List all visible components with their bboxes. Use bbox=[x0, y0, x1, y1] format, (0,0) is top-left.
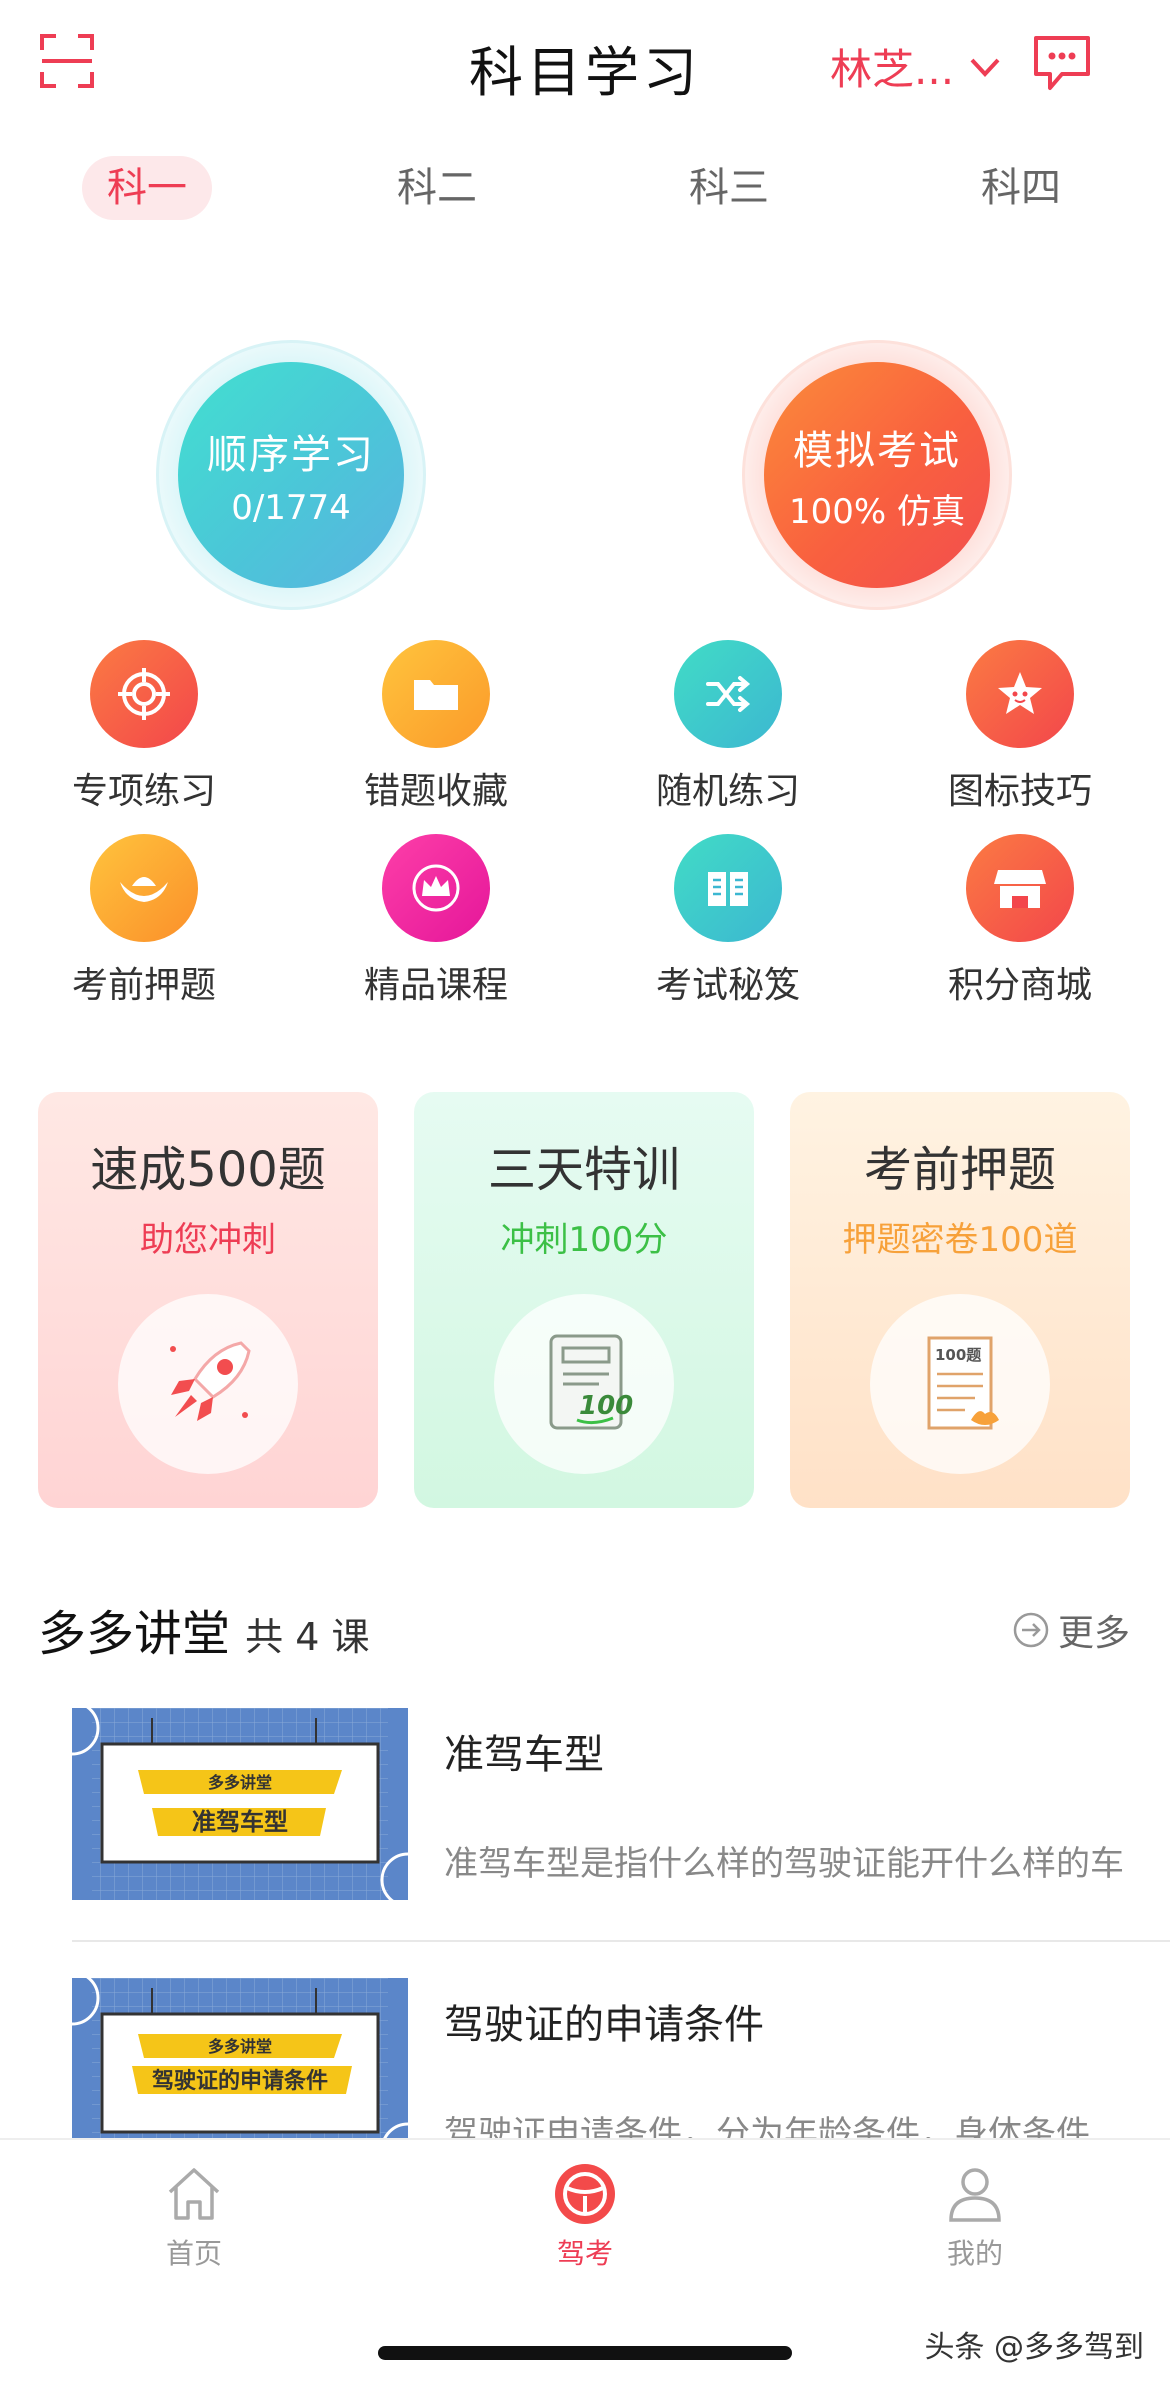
svg-text:100: 100 bbox=[579, 1391, 633, 1421]
divider bbox=[72, 1940, 1170, 1942]
lesson-item[interactable]: 多多讲堂 准驾车型 准驾车型 准驾车型是指什么样的驾驶证能开什么样的车 bbox=[72, 1708, 1170, 1904]
card-title: 考前押题 bbox=[863, 1142, 1056, 1198]
rocket-icon bbox=[170, 1341, 251, 1421]
lesson-description: 准驾车型是指什么样的驾驶证能开什么样的车 bbox=[444, 1844, 1124, 1884]
card-subtitle: 助您冲刺 bbox=[140, 1220, 276, 1260]
grid-label: 精品课程 bbox=[363, 965, 508, 1006]
arrow-right-circle-icon bbox=[1013, 1612, 1049, 1648]
lesson-description: 驾驶证申请条件，分为年龄条件，身体条件 bbox=[444, 2114, 1090, 2138]
sequential-study-progress: 0/1774 bbox=[231, 488, 351, 528]
grid-label: 图标技巧 bbox=[947, 771, 1092, 812]
grid-label: 考前押题 bbox=[71, 965, 216, 1006]
mock-exam-button[interactable]: 模拟考试 100% 仿真 bbox=[742, 340, 1012, 610]
grid-item-special-practice[interactable]: 专项练习 bbox=[44, 640, 244, 814]
tab-subject-4[interactable]: 科四 bbox=[956, 156, 1086, 220]
thumb-tag: 多多讲堂 bbox=[208, 2037, 272, 2056]
sequential-study-button[interactable]: 顺序学习 0/1774 bbox=[156, 340, 426, 610]
card-title: 速成500题 bbox=[90, 1142, 326, 1198]
crown-icon bbox=[412, 864, 460, 912]
user-name[interactable]: 林芝... bbox=[830, 36, 954, 97]
mock-exam-title: 模拟考试 bbox=[793, 427, 961, 474]
user-icon bbox=[949, 2168, 1001, 2222]
nav-driving-test[interactable]: 驾考 bbox=[505, 2162, 665, 2272]
mock-exam-subtitle: 100% 仿真 bbox=[788, 491, 965, 532]
watermark: 头条 @多多驾到 bbox=[924, 2330, 1144, 2365]
card-subtitle: 押题密卷100道 bbox=[842, 1220, 1078, 1260]
message-icon[interactable] bbox=[1032, 34, 1092, 92]
book-icon bbox=[708, 872, 748, 906]
grid-label: 专项练习 bbox=[71, 771, 216, 812]
grid-item-sign-tips[interactable]: 图标技巧 bbox=[920, 640, 1120, 814]
shuffle-icon bbox=[706, 676, 751, 712]
lesson-title: 驾驶证的申请条件 bbox=[444, 2002, 764, 2048]
lecture-count: 共 4 课 bbox=[245, 1615, 370, 1659]
subject-tabs: 科一 科二 科三 科四 bbox=[0, 156, 1170, 226]
grid-label: 随机练习 bbox=[655, 771, 800, 812]
chevron-down-icon[interactable] bbox=[968, 50, 1002, 84]
sequential-study-title: 顺序学习 bbox=[207, 432, 375, 478]
steering-wheel-icon bbox=[555, 2164, 615, 2224]
ingot-icon bbox=[120, 877, 168, 902]
card-pre-exam-questions[interactable]: 考前押题 押题密卷100道 100题 bbox=[790, 1092, 1130, 1508]
home-indicator[interactable] bbox=[378, 2346, 792, 2360]
lesson-thumbnail[interactable]: 多多讲堂 准驾车型 bbox=[72, 1708, 408, 1900]
top-bar: 科目学习 林芝... bbox=[0, 0, 1170, 130]
grid-item-wrong-questions[interactable]: 错题收藏 bbox=[336, 640, 536, 814]
folder-icon bbox=[414, 680, 458, 710]
grid-item-premium-course[interactable]: 精品课程 bbox=[336, 834, 536, 1008]
more-label[interactable]: 更多 bbox=[1058, 1604, 1130, 1656]
card-subtitle: 冲刺100分 bbox=[500, 1220, 668, 1260]
star-icon bbox=[998, 672, 1042, 714]
home-icon bbox=[168, 2168, 220, 2220]
tab-subject-3[interactable]: 科三 bbox=[664, 156, 794, 220]
grid-item-points-mall[interactable]: 积分商城 bbox=[920, 834, 1120, 1008]
card-three-day-training[interactable]: 三天特训 冲刺100分 100 bbox=[414, 1092, 754, 1508]
paper-100-icon: 100题 bbox=[927, 1336, 999, 1430]
user-selector[interactable]: 林芝... bbox=[830, 36, 1002, 97]
nav-label: 我的 bbox=[946, 2237, 1003, 2270]
card-fast-500[interactable]: 速成500题 助您冲刺 bbox=[38, 1092, 378, 1508]
lecture-title: 多多讲堂 bbox=[38, 1606, 231, 1662]
grid-item-random-practice[interactable]: 随机练习 bbox=[628, 640, 828, 814]
thumb-tag: 多多讲堂 bbox=[208, 1773, 272, 1792]
grid-label: 积分商城 bbox=[947, 965, 1092, 1006]
nav-label: 驾考 bbox=[556, 2237, 613, 2270]
thumb-title: 驾驶证的申请条件 bbox=[152, 2068, 328, 2094]
lesson-item[interactable]: 多多讲堂 驾驶证的申请条件 驾驶证的申请条件 驾驶证申请条件，分为年龄条件，身体… bbox=[72, 1978, 1170, 2138]
scroll-100-icon: 100 bbox=[549, 1334, 633, 1430]
grid-label: 考试秘笈 bbox=[655, 965, 800, 1006]
grid-item-pre-exam-questions[interactable]: 考前押题 bbox=[44, 834, 244, 1008]
paper-badge: 100题 bbox=[935, 1346, 982, 1364]
lesson-thumbnail[interactable]: 多多讲堂 驾驶证的申请条件 bbox=[72, 1978, 408, 2138]
tab-subject-2[interactable]: 科二 bbox=[372, 156, 502, 220]
nav-profile[interactable]: 我的 bbox=[895, 2162, 1055, 2272]
grid-label: 错题收藏 bbox=[363, 771, 508, 812]
nav-home[interactable]: 首页 bbox=[114, 2162, 274, 2272]
lesson-title: 准驾车型 bbox=[444, 1732, 604, 1778]
nav-label: 首页 bbox=[165, 2237, 222, 2270]
tab-subject-1[interactable]: 科一 bbox=[82, 156, 212, 220]
card-title: 三天特训 bbox=[487, 1142, 680, 1198]
more-link[interactable]: 更多 bbox=[1012, 1604, 1130, 1656]
lecture-header: 多多讲堂 共 4 课 更多 bbox=[38, 1594, 1138, 1664]
grid-item-exam-secrets[interactable]: 考试秘笈 bbox=[628, 834, 828, 1008]
thumb-title: 准驾车型 bbox=[192, 1808, 288, 1836]
target-icon bbox=[118, 668, 170, 720]
shop-icon bbox=[994, 870, 1046, 908]
